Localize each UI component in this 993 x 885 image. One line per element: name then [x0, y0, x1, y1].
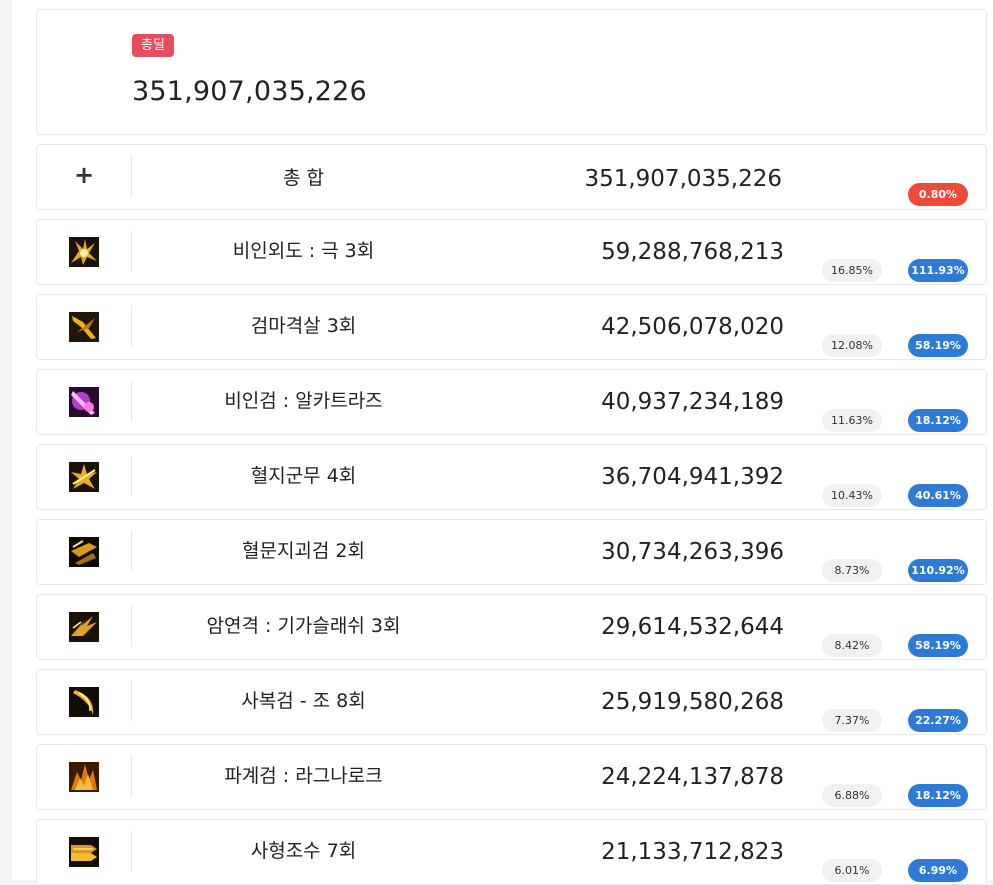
plus-icon[interactable]: + — [74, 163, 94, 187]
damage-share-badge: 6.01% — [822, 859, 882, 882]
skill-row[interactable]: 비인검 : 알카트라즈 40,937,234,189 11.63% 18.12% — [36, 369, 987, 435]
skill-name: 사복검 - 조 8회 — [241, 690, 366, 712]
total-damage-value: 351,907,035,226 — [132, 76, 367, 107]
skill-icon-cell — [37, 670, 131, 734]
skill-icon-sabokgeom — [69, 687, 99, 717]
skill-damage: 42,506,078,020 — [601, 314, 784, 340]
skill-name: 검마격살 3회 — [250, 315, 357, 337]
damage-rate-badge: 6.99% — [908, 859, 968, 882]
damage-rate-badge: 111.93% — [908, 259, 968, 282]
skill-damage: 30,734,263,396 — [601, 539, 784, 565]
skill-row[interactable]: 검마격살 3회 42,506,078,020 12.08% 58.19% — [36, 294, 987, 360]
damage-share-badge: 6.88% — [822, 784, 882, 807]
damage-rate-badge: 110.92% — [908, 559, 968, 582]
total-sum-row[interactable]: + 총 합 351,907,035,226 0.80% — [36, 144, 987, 210]
skill-row[interactable]: 혈문지괴검 2회 30,734,263,396 8.73% 110.92% — [36, 519, 987, 585]
total-damage-tag: 총딜 — [132, 34, 174, 57]
damage-rate-badge: 40.61% — [908, 484, 968, 507]
damage-share-badge: 8.73% — [822, 559, 882, 582]
damage-rate-badge: 22.27% — [908, 709, 968, 732]
total-sum-label: 총 합 — [283, 167, 324, 189]
skill-damage: 29,614,532,644 — [601, 614, 784, 640]
skill-icon-cell — [37, 220, 131, 284]
skill-damage: 24,224,137,878 — [601, 764, 784, 790]
skill-icon-cell — [37, 595, 131, 659]
skill-icon-geommagyeoksal — [69, 312, 99, 342]
skill-icon-biinoedo — [69, 237, 99, 267]
damage-rate-badge: 18.12% — [908, 784, 968, 807]
skill-icon-gigaslash — [69, 612, 99, 642]
skill-icon-cell — [37, 520, 131, 584]
damage-rate-badge: 18.12% — [908, 409, 968, 432]
skill-name: 사형조수 7회 — [250, 840, 357, 862]
skill-icon-hyeoljigunmu — [69, 462, 99, 492]
skill-damage: 36,704,941,392 — [601, 464, 784, 490]
damage-share-badge: 12.08% — [822, 334, 882, 357]
skill-icon-sahyeongjosu — [69, 837, 99, 867]
expand-button[interactable]: + — [37, 145, 131, 209]
skill-icon-cell — [37, 295, 131, 359]
skill-row[interactable]: 암연격 : 기가슬래쉬 3회 29,614,532,644 8.42% 58.19% — [36, 594, 987, 660]
damage-rate-badge: 58.19% — [908, 334, 968, 357]
skill-icon-cell — [37, 445, 131, 509]
damage-share-badge: 16.85% — [822, 259, 882, 282]
skill-damage: 21,133,712,823 — [601, 839, 784, 865]
skill-damage: 59,288,768,213 — [601, 239, 784, 265]
skill-name: 비인검 : 알카트라즈 — [224, 390, 383, 412]
skill-damage: 40,937,234,189 — [601, 389, 784, 415]
skill-icon-alcatraz — [69, 387, 99, 417]
total-rate-badge: 0.80% — [908, 183, 968, 206]
damage-breakdown-panel: 총딜 351,907,035,226 + 총 합 351,907,035,226… — [12, 0, 993, 885]
skill-icon-cell — [37, 820, 131, 884]
damage-rate-badge: 58.19% — [908, 634, 968, 657]
skill-icon-ragnarok — [69, 762, 99, 792]
damage-share-badge: 11.63% — [822, 409, 882, 432]
skill-row[interactable]: 사복검 - 조 8회 25,919,580,268 7.37% 22.27% — [36, 669, 987, 735]
skill-row[interactable]: 사형조수 7회 21,133,712,823 6.01% 6.99% — [36, 819, 987, 885]
skill-row[interactable]: 비인외도 : 극 3회 59,288,768,213 16.85% 111.93% — [36, 219, 987, 285]
total-sum-damage: 351,907,035,226 — [584, 166, 782, 192]
skill-damage: 25,919,580,268 — [601, 689, 784, 715]
skill-row[interactable]: 혈지군무 4회 36,704,941,392 10.43% 40.61% — [36, 444, 987, 510]
damage-share-badge: 10.43% — [822, 484, 882, 507]
skill-name: 혈문지괴검 2회 — [241, 540, 365, 562]
skill-name: 파계검 : 라그나로크 — [224, 765, 383, 787]
skill-row[interactable]: 파계검 : 라그나로크 24,224,137,878 6.88% 18.12% — [36, 744, 987, 810]
total-damage-summary-card: 총딜 351,907,035,226 — [36, 9, 987, 135]
skill-name: 혈지군무 4회 — [250, 465, 357, 487]
skill-name: 비인외도 : 극 3회 — [232, 240, 375, 262]
skill-icon-hyeolmunjigoegeom — [69, 537, 99, 567]
damage-share-badge: 7.37% — [822, 709, 882, 732]
skill-icon-cell — [37, 370, 131, 434]
skill-name: 암연격 : 기가슬래쉬 3회 — [206, 615, 401, 637]
damage-share-badge: 8.42% — [822, 634, 882, 657]
skill-icon-cell — [37, 745, 131, 809]
